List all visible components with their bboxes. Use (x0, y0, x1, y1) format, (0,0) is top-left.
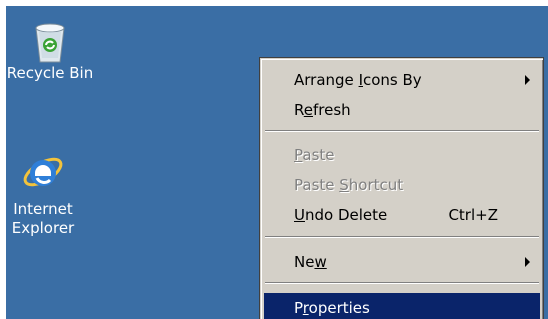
menu-item-arrange-icons-by[interactable]: Arrange Icons By (264, 65, 540, 95)
desktop[interactable]: Recycle Bin Internet Explorer Arrange Ic… (6, 6, 548, 319)
menu-item-new[interactable]: New (264, 247, 540, 277)
submenu-arrow-icon (525, 75, 530, 85)
menu-separator (265, 130, 539, 132)
menu-separator (265, 236, 539, 238)
menu-item-properties[interactable]: Properties (264, 293, 540, 319)
submenu-arrow-icon (525, 257, 530, 267)
menu-item-paste-shortcut: Paste Shortcut (294, 176, 404, 194)
undo-delete-shortcut: Ctrl+Z (448, 206, 498, 224)
menu-item-paste: Paste (294, 146, 335, 164)
internet-explorer-icon (23, 157, 63, 187)
menu-separator (265, 282, 539, 284)
menu-item-undo-delete[interactable]: Undo Delete Ctrl+Z (264, 200, 540, 230)
desktop-context-menu: Arrange Icons By Refresh Paste Paste Sho… (259, 57, 544, 319)
recycle-bin-label: Recycle Bin (6, 64, 94, 82)
internet-explorer-shortcut[interactable]: Internet Explorer (6, 150, 93, 238)
internet-explorer-label-line1: Internet (13, 200, 73, 218)
internet-explorer-label-line2: Explorer (11, 219, 75, 237)
recycle-bin-shortcut[interactable]: Recycle Bin (6, 18, 100, 83)
menu-item-refresh[interactable]: Refresh (264, 95, 540, 125)
recycle-bin-icon (35, 23, 65, 63)
